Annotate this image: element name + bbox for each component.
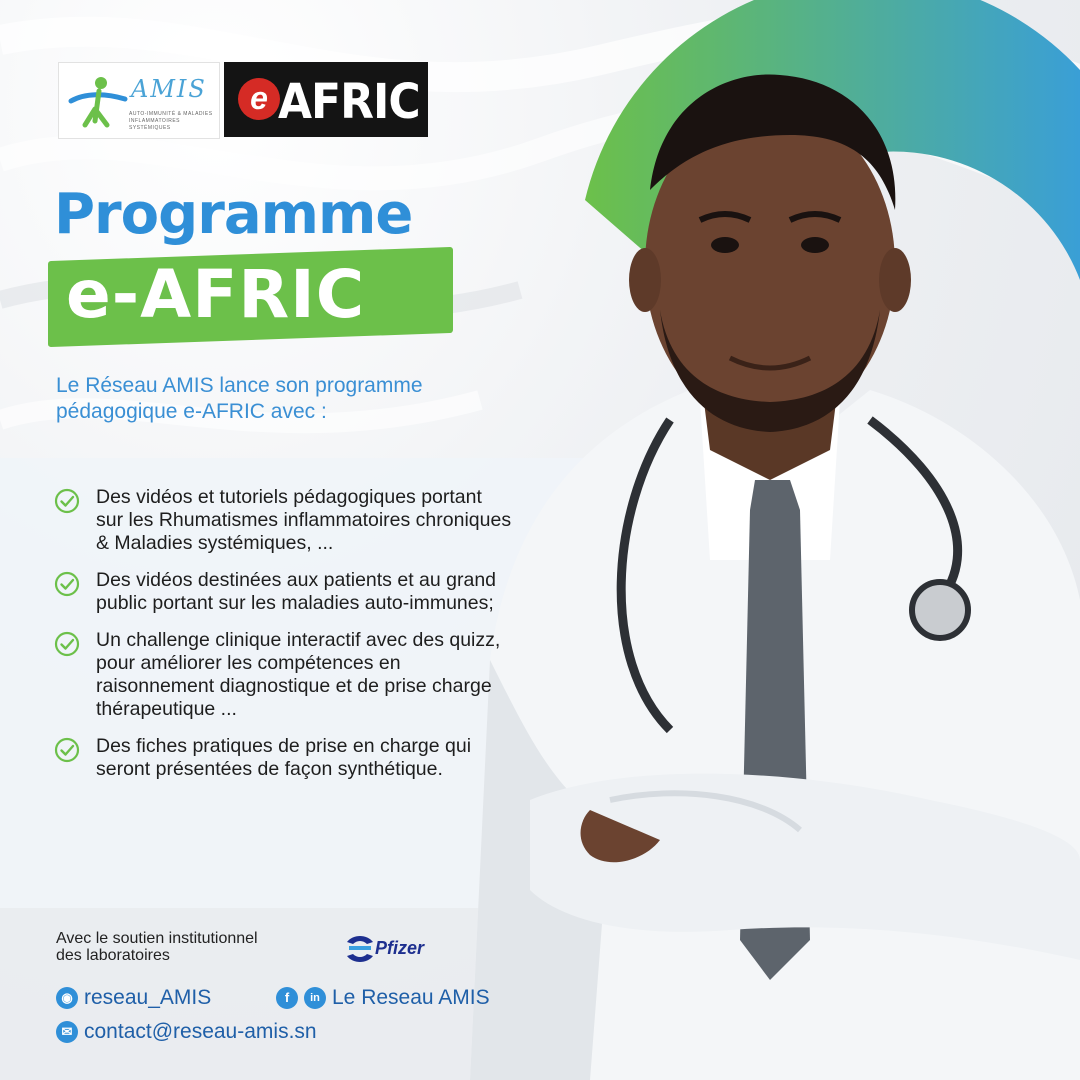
feature-text: Des vidéos et tutoriels pédagogiques por… [96,486,512,554]
doctor-illustration [470,74,1080,1080]
email-address: contact@reseau-amis.sn [84,1020,317,1043]
list-item: Un challenge clinique interactif avec de… [54,629,514,721]
eafric-logo: e AFRIC [224,62,428,137]
linkedin-icon: in [304,987,326,1010]
support-line-1: Avec le soutien institutionnel [56,930,258,947]
feature-text: Un challenge clinique interactif avec de… [96,629,501,720]
facebook-linkedin-contact[interactable]: f in Le Reseau AMIS [276,986,490,1010]
amis-figure-icon [68,77,128,128]
support-line-2: des laboratoires [56,947,170,964]
email-icon: ✉ [56,1021,78,1044]
eafric-wordmark: AFRIC [278,74,421,131]
title-line-2: e-AFRIC [66,256,366,333]
check-circle-icon [54,737,80,763]
pfizer-logo: Pfizer [343,930,443,968]
intro-text: Le Réseau AMIS lance son programme pédag… [56,374,423,423]
feature-text: Des fiches pratiques de prise en charge … [96,735,472,780]
amis-logo: AMIS AUTO-IMMUNITÉ & MALADIES INFLAMMATO… [58,62,220,139]
instagram-icon: ◉ [56,987,78,1010]
title-line-1: Programme [54,182,413,247]
instagram-contact[interactable]: ◉ reseau_AMIS [56,986,211,1010]
check-circle-icon [54,571,80,597]
poster: AMIS AUTO-IMMUNITÉ & MALADIES INFLAMMATO… [0,0,1080,1080]
facebook-icon: f [276,987,298,1010]
support-text: Avec le soutien institutionnel des labor… [56,930,258,964]
amis-tagline: AUTO-IMMUNITÉ & MALADIES INFLAMMATOIRES … [129,111,213,131]
check-circle-icon [54,488,80,514]
check-circle-icon [54,631,80,657]
pfizer-wordmark: Pfizer [375,938,425,958]
instagram-handle: reseau_AMIS [84,986,212,1009]
list-item: Des fiches pratiques de prise en charge … [54,735,514,781]
amis-wordmark: AMIS [131,75,207,103]
list-item: Des vidéos destinées aux patients et au … [54,569,514,615]
pfizer-mark-icon [347,936,373,962]
eafric-e-mark: e [238,78,280,120]
list-item: Des vidéos et tutoriels pédagogiques por… [54,486,514,555]
feature-text: Des vidéos destinées aux patients et au … [96,569,497,614]
email-contact[interactable]: ✉ contact@reseau-amis.sn [56,1020,317,1044]
feature-list: Des vidéos et tutoriels pédagogiques por… [54,486,514,795]
social-page-name: Le Reseau AMIS [332,986,490,1009]
